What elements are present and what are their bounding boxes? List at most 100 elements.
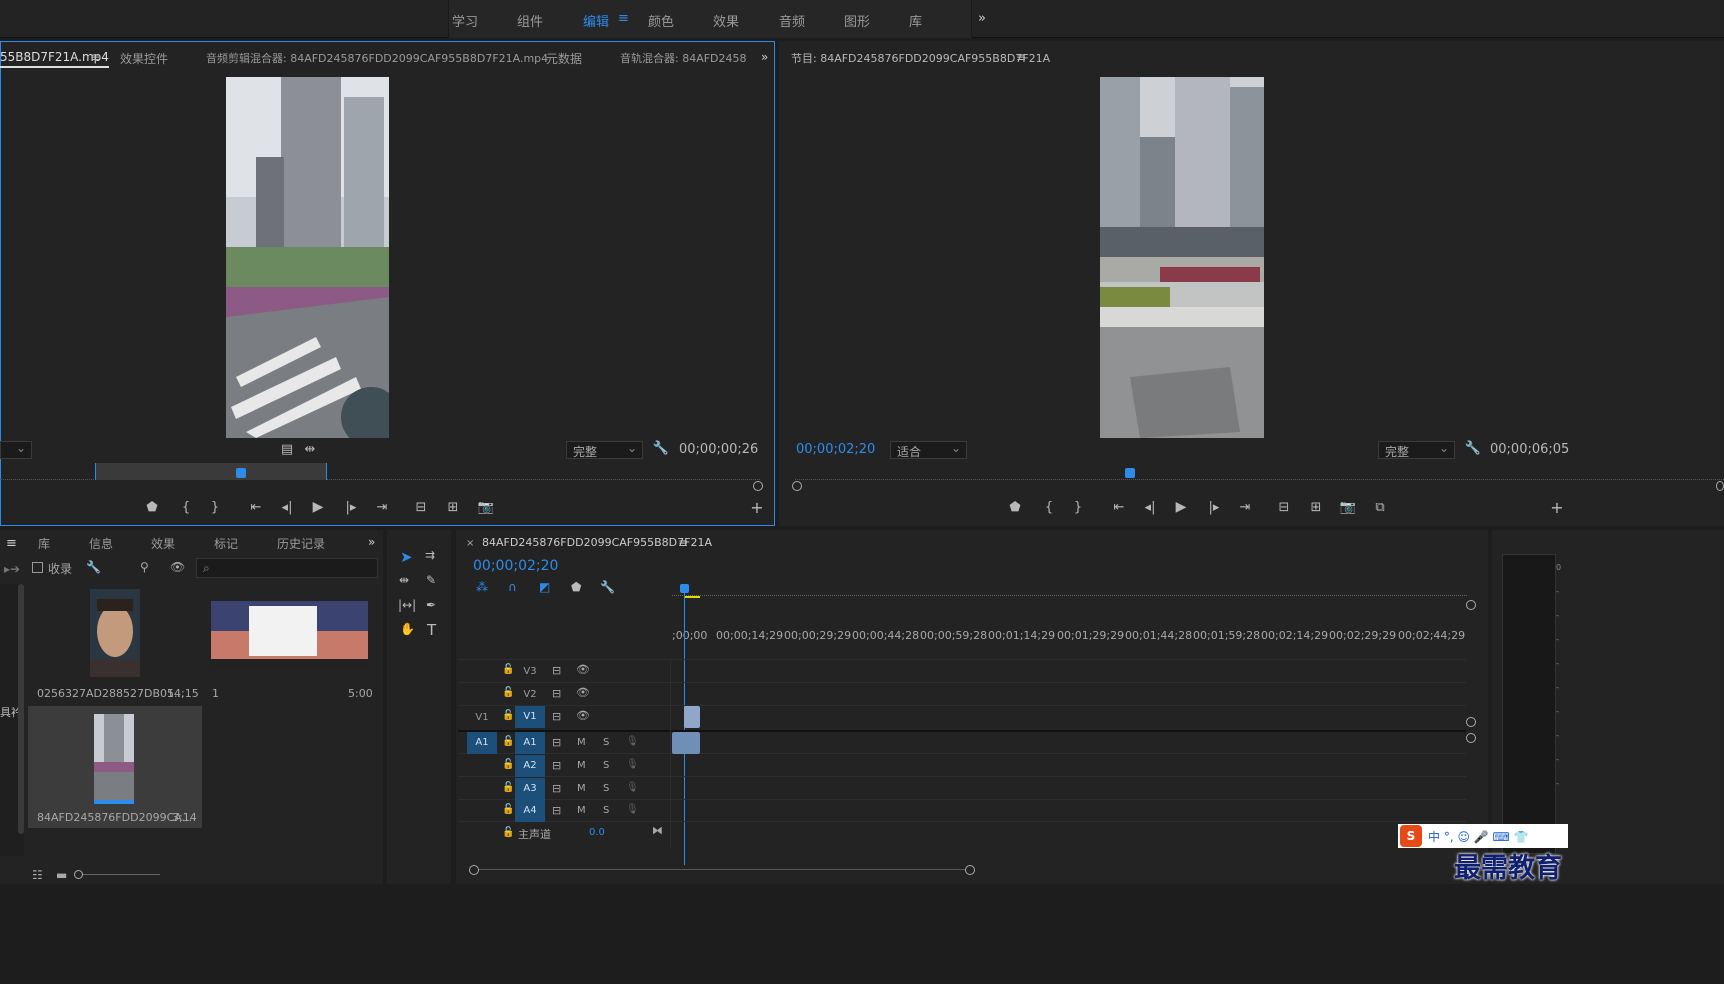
video-scroll-top[interactable] [1466, 600, 1476, 610]
selection-tool-icon[interactable]: ➤ [400, 548, 413, 566]
pen-tool-icon[interactable]: ✒ [426, 598, 436, 612]
step-forward-icon[interactable]: |▸ [342, 500, 360, 515]
program-mark-in-icon[interactable]: { [1040, 500, 1058, 515]
project-scrollbar[interactable] [18, 584, 24, 834]
drag-video-icon[interactable]: ⇹ [301, 442, 319, 457]
voiceover-record-icon[interactable]: 🎙 [626, 782, 639, 793]
eye-icon[interactable]: 👁 [576, 686, 590, 699]
collect-checkbox[interactable] [32, 562, 43, 573]
track-label-v2[interactable]: V2 [515, 689, 545, 700]
track-v3[interactable] [458, 660, 1466, 683]
tab-metadata[interactable]: 元数据 [546, 50, 582, 67]
lift-icon[interactable]: ⊟ [1275, 500, 1293, 515]
timeline-playhead-head[interactable] [680, 584, 689, 593]
solo-button[interactable]: S [603, 760, 609, 771]
lock-icon[interactable]: 🔓 [502, 710, 514, 721]
slip-tool-icon[interactable]: |↔| [398, 598, 416, 612]
export-frame-small-icon[interactable]: ▤ [278, 442, 296, 457]
sync-lock-icon[interactable]: ⊟ [552, 759, 561, 772]
workspace-graphics[interactable]: 图形 [844, 11, 870, 30]
master-volume-value[interactable]: 0.0 [589, 827, 605, 838]
voiceover-record-icon[interactable]: 🎙 [626, 804, 639, 815]
track-select-tool-icon[interactable]: ⇉ [425, 548, 435, 562]
workspace-menu-icon[interactable]: ≡ [618, 11, 629, 26]
track-label-a4[interactable]: A4 [515, 800, 545, 822]
lock-icon[interactable]: 🔓 [502, 687, 514, 698]
tab-history[interactable]: 历史记录 [277, 535, 325, 552]
source-patch-v1[interactable]: V1 [467, 712, 497, 723]
mark-out-icon[interactable]: } [206, 500, 224, 515]
timeline-timecode[interactable]: 00;00;02;20 [473, 558, 558, 574]
sogou-logo-icon[interactable]: S [1400, 825, 1422, 847]
voiceover-record-icon[interactable]: 🎙 [626, 759, 639, 770]
tab-effect-controls[interactable]: 效果控件 [120, 50, 168, 67]
solo-button[interactable]: S [603, 805, 609, 816]
lock-icon[interactable]: 🔓 [502, 804, 514, 815]
audio-clip[interactable] [672, 732, 700, 754]
timeline-ruler[interactable] [672, 590, 1467, 596]
tab-audio-clip-mixer[interactable]: 音频剪辑混合器: 84AFD245876FDD2099CAF955B8D7F21… [206, 50, 548, 66]
tab-audio-track-mixer[interactable]: 音轨混合器: 84AFD2458 [620, 50, 747, 66]
workspace-libraries[interactable]: 库 [909, 11, 922, 30]
program-title[interactable]: 节目: 84AFD245876FDD2099CAF955B8D7F21A [791, 50, 1050, 66]
sync-lock-icon[interactable]: ⊟ [552, 687, 561, 700]
program-zoom-handle-left[interactable] [792, 481, 802, 491]
workspace-edit[interactable]: 编辑 [583, 11, 609, 30]
workspace-learn[interactable]: 学习 [452, 11, 478, 30]
filter-icon[interactable]: ⚲ [140, 560, 149, 574]
snap-magnet-icon[interactable]: ∩ [508, 580, 517, 594]
eye-icon[interactable]: 👁 [576, 663, 590, 676]
program-step-back-icon[interactable]: ◂| [1141, 500, 1159, 515]
mark-in-icon[interactable]: { [177, 500, 195, 515]
work-area-bar[interactable] [684, 596, 700, 598]
thumbnail-zoom-handle[interactable] [74, 870, 83, 879]
program-button-editor-icon[interactable]: + [1548, 498, 1566, 517]
program-step-forward-icon[interactable]: |▸ [1205, 500, 1223, 515]
lock-icon[interactable]: 🔓 [502, 827, 514, 838]
program-menu-icon[interactable]: ≡ [1016, 50, 1026, 64]
nest-icon[interactable]: ⁂ [476, 580, 488, 594]
list-view-icon[interactable]: ☷ [32, 868, 43, 882]
video-clip[interactable] [684, 706, 700, 728]
ime-toolbar[interactable]: S 中 °, ☺ 🎤 ⌨ 👕 [1398, 824, 1568, 848]
compare-view-icon[interactable]: ⧉ [1371, 500, 1389, 515]
lock-icon[interactable]: 🔓 [502, 759, 514, 770]
sync-lock-icon[interactable]: ⊟ [552, 804, 561, 817]
hscroll-left-handle[interactable] [469, 865, 479, 875]
source-patch-a1[interactable]: A1 [467, 732, 497, 754]
audio-scroll-top[interactable] [1466, 733, 1476, 743]
sync-lock-icon[interactable]: ⊟ [552, 664, 561, 677]
solo-button[interactable]: S [603, 783, 609, 794]
sequence-menu-icon[interactable]: ≡ [678, 536, 688, 550]
insert-icon[interactable]: ⊟ [412, 500, 430, 515]
linked-selection-icon[interactable]: ◩ [539, 580, 550, 594]
program-resolution-select[interactable]: 完整 [1378, 441, 1455, 459]
source-settings-wrench-icon[interactable]: 🔧 [652, 441, 670, 456]
lock-icon[interactable]: 🔓 [502, 664, 514, 675]
project-item-selected[interactable] [28, 706, 202, 828]
workspace-color[interactable]: 颜色 [648, 11, 674, 30]
view-eye-icon[interactable]: 👁 [170, 560, 185, 574]
ime-status[interactable]: 中 °, ☺ 🎤 ⌨ 👕 [1428, 828, 1529, 845]
track-v1[interactable] [458, 706, 1466, 730]
lock-icon[interactable]: 🔓 [502, 782, 514, 793]
program-zoom-select[interactable]: 适合 [890, 441, 967, 459]
export-frame-icon[interactable]: 📷 [477, 500, 495, 515]
track-label-a2[interactable]: A2 [515, 755, 545, 777]
ripple-edit-tool-icon[interactable]: ⇹ [399, 573, 409, 587]
thumbnail-zoom-slider[interactable] [76, 874, 160, 875]
nav-arrows-icon[interactable]: ▸➔ [4, 562, 20, 576]
video-scroll-bottom[interactable] [1466, 717, 1476, 727]
sync-lock-icon[interactable]: ⊟ [552, 782, 561, 795]
program-playhead[interactable] [1125, 468, 1135, 478]
source-playhead[interactable] [236, 468, 246, 478]
go-to-in-icon[interactable]: ⇤ [247, 500, 265, 515]
project-menu-icon[interactable]: ≡ [6, 536, 17, 551]
tab-markers[interactable]: 标记 [214, 535, 238, 552]
workspace-audio[interactable]: 音频 [779, 11, 805, 30]
overwrite-icon[interactable]: ⊞ [444, 500, 462, 515]
source-in-out-range[interactable] [95, 463, 327, 480]
source-dropdown[interactable] [0, 441, 32, 459]
project-more-tabs-icon[interactable]: » [368, 535, 375, 549]
type-tool-icon[interactable]: T [427, 621, 436, 639]
